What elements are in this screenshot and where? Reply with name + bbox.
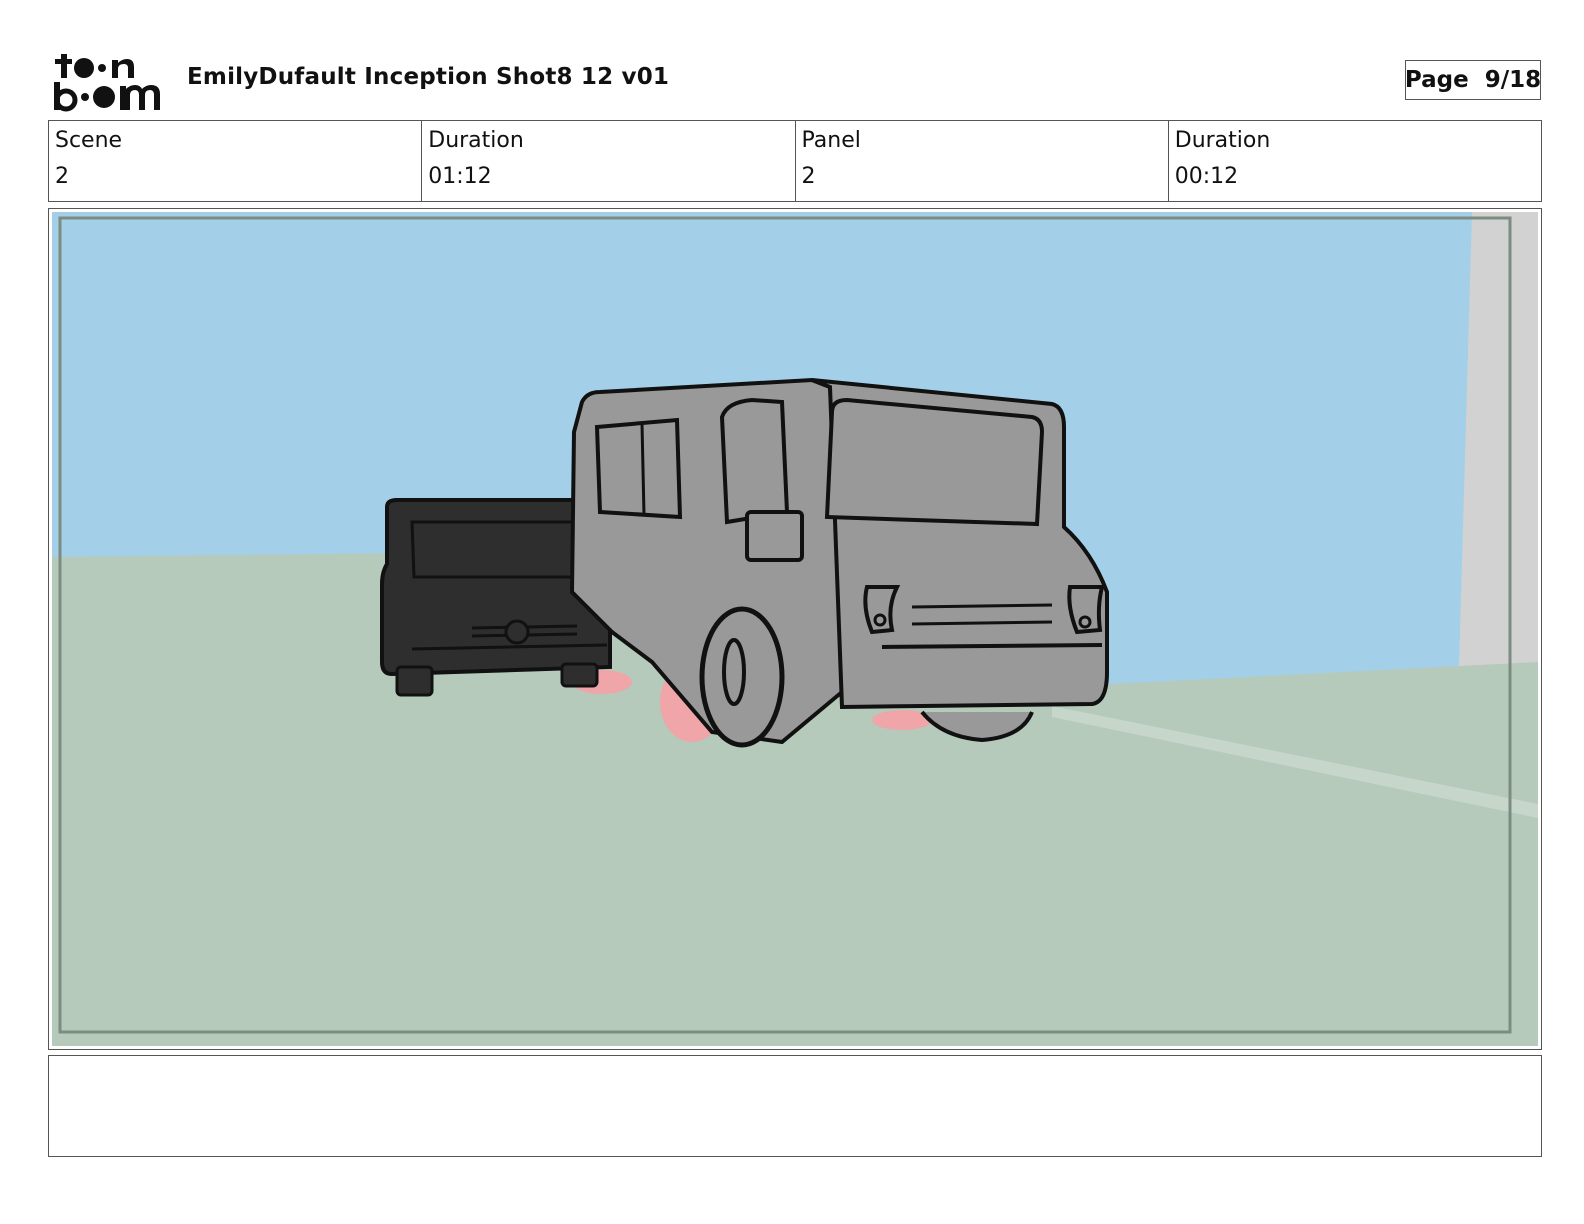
wall bbox=[1459, 212, 1538, 667]
panel-label: Panel bbox=[801, 128, 861, 153]
toon-boom-logo bbox=[52, 50, 164, 112]
panel-value: 2 bbox=[801, 164, 816, 189]
scene-duration-label: Duration bbox=[428, 128, 524, 153]
scene-label: Scene bbox=[55, 128, 123, 153]
page-number: 9/18 bbox=[1484, 67, 1542, 93]
panel-cell: Panel 2 bbox=[796, 121, 1169, 201]
document-title: EmilyDufault Inception Shot8 12 v01 bbox=[187, 64, 670, 90]
panel-caption-box bbox=[48, 1055, 1542, 1157]
panel-drawing bbox=[52, 212, 1538, 1046]
page-label: Page bbox=[1404, 67, 1469, 93]
page-indicator: Page 9/18 bbox=[1405, 60, 1541, 100]
scene-duration-cell: Duration 01:12 bbox=[422, 121, 796, 201]
scene-info-table: Scene 2 Duration 01:12 Panel 2 Duration … bbox=[48, 120, 1542, 202]
panel-duration-label: Duration bbox=[1174, 128, 1271, 153]
scene-duration-value: 01:12 bbox=[428, 164, 492, 189]
scene-value: 2 bbox=[55, 164, 69, 189]
panel-duration-cell: Duration 00:12 bbox=[1169, 121, 1541, 201]
page-spacer bbox=[1469, 67, 1485, 93]
storyboard-panel bbox=[48, 208, 1542, 1050]
scene-cell: Scene 2 bbox=[49, 121, 423, 201]
panel-duration-value: 00:12 bbox=[1174, 164, 1239, 189]
